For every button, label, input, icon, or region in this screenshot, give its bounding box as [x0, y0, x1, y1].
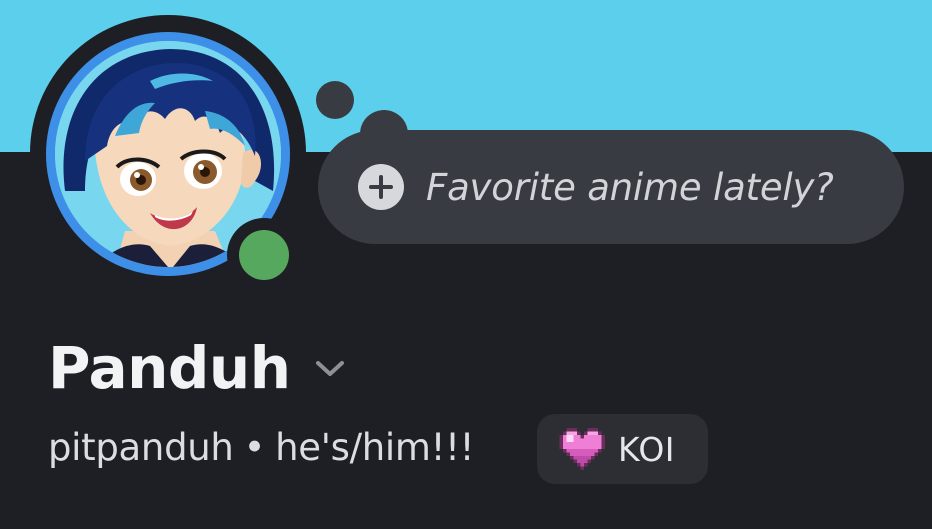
display-name: Panduh: [48, 334, 291, 402]
thought-bubble-prompt: Favorite anime lately?: [426, 165, 834, 209]
thought-bubble[interactable]: Favorite anime lately?: [318, 130, 904, 244]
separator-dot: •: [243, 426, 266, 469]
username: pitpanduh: [48, 426, 234, 469]
profile-subline: pitpanduh • he's/him!!!: [48, 423, 475, 473]
online-status-icon: [239, 230, 289, 280]
pixel-heart-icon: [559, 428, 605, 470]
server-tag-badge[interactable]: KOI: [537, 414, 708, 484]
plus-circle-icon: [358, 164, 404, 210]
pronouns: he's/him!!!: [275, 426, 475, 469]
chevron-down-icon[interactable]: [312, 356, 348, 380]
thought-bubble-dot-small: [316, 81, 354, 119]
badge-label: KOI: [618, 429, 676, 469]
